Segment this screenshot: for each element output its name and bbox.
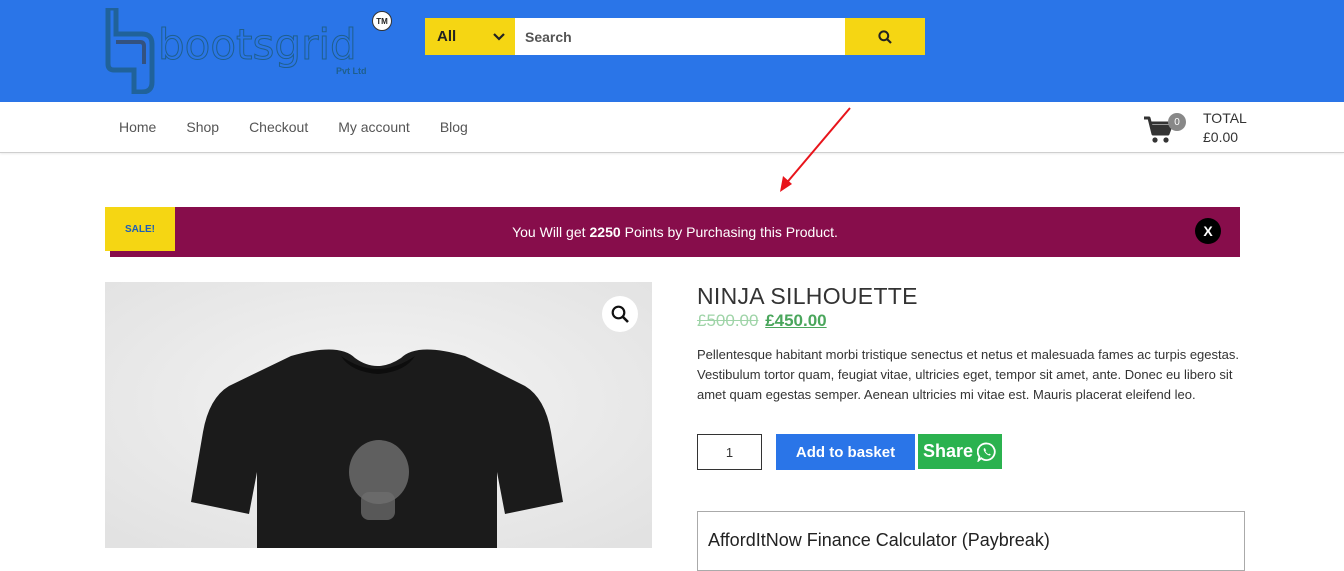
share-label: Share (922, 441, 974, 461)
cart-total-label: TOTAL (1203, 110, 1247, 126)
points-banner: You Will get 2250 Points by Purchasing t… (110, 207, 1240, 257)
sale-price: £450.00 (765, 311, 827, 330)
trademark-badge: TM (372, 11, 392, 31)
logo-text: bootsgrid (158, 20, 358, 70)
close-icon: X (1203, 223, 1213, 239)
close-banner-button[interactable]: X (1195, 218, 1221, 244)
finance-calculator: AffordItNow Finance Calculator (Paybreak… (697, 511, 1245, 571)
nav-item-shop[interactable]: Shop (171, 119, 234, 135)
nav-item-blog[interactable]: Blog (425, 119, 483, 135)
search-input[interactable] (515, 18, 845, 55)
tshirt-image (105, 282, 652, 548)
nav-item-home[interactable]: Home (104, 119, 171, 135)
whatsapp-share-button[interactable]: Share (918, 434, 1002, 469)
search-category-select[interactable]: All (425, 18, 515, 55)
annotation-arrow (780, 107, 851, 192)
product-title: NINJA SILHOUETTE (697, 283, 918, 309)
zoom-icon (611, 305, 629, 323)
search-bar: All (425, 18, 925, 55)
logo-mark-icon (105, 8, 155, 94)
quantity-field[interactable] (697, 434, 762, 470)
zoom-button[interactable] (602, 296, 638, 332)
header-bar: bootsgrid Pvt Ltd TM All (0, 0, 1344, 102)
product-description: Pellentesque habitant morbi tristique se… (697, 347, 1239, 402)
search-button[interactable] (845, 18, 925, 55)
product-price: £500.00 £450.00 (697, 311, 827, 331)
logo-subtext: Pvt Ltd (336, 66, 367, 76)
main-nav: Home Shop Checkout My account Blog (104, 102, 483, 152)
search-category-value: All (437, 28, 457, 45)
points-value: 2250 (589, 224, 621, 240)
sale-badge: SALE! (105, 207, 175, 251)
cart-count-badge: 0 (1168, 113, 1186, 131)
points-message: You Will get 2250 Points by Purchasing t… (110, 207, 1240, 257)
product-image[interactable] (105, 282, 652, 548)
nav-item-checkout[interactable]: Checkout (234, 119, 323, 135)
site-logo[interactable]: bootsgrid Pvt Ltd TM (104, 8, 394, 94)
main-navbar: Home Shop Checkout My account Blog 0 TOT… (0, 102, 1344, 153)
add-to-basket-button[interactable]: Add to basket (776, 434, 915, 470)
whatsapp-icon (977, 442, 996, 462)
old-price: £500.00 (697, 311, 759, 330)
chevron-down-icon (493, 32, 505, 41)
mini-cart[interactable]: 0 TOTAL £0.00 (1143, 108, 1253, 148)
points-text-before: You Will get (512, 224, 586, 240)
cart-total-value: £0.00 (1203, 129, 1239, 145)
points-text-after: Points by Purchasing this Product. (624, 224, 838, 240)
nav-item-my-account[interactable]: My account (323, 119, 425, 135)
search-icon (878, 29, 892, 44)
